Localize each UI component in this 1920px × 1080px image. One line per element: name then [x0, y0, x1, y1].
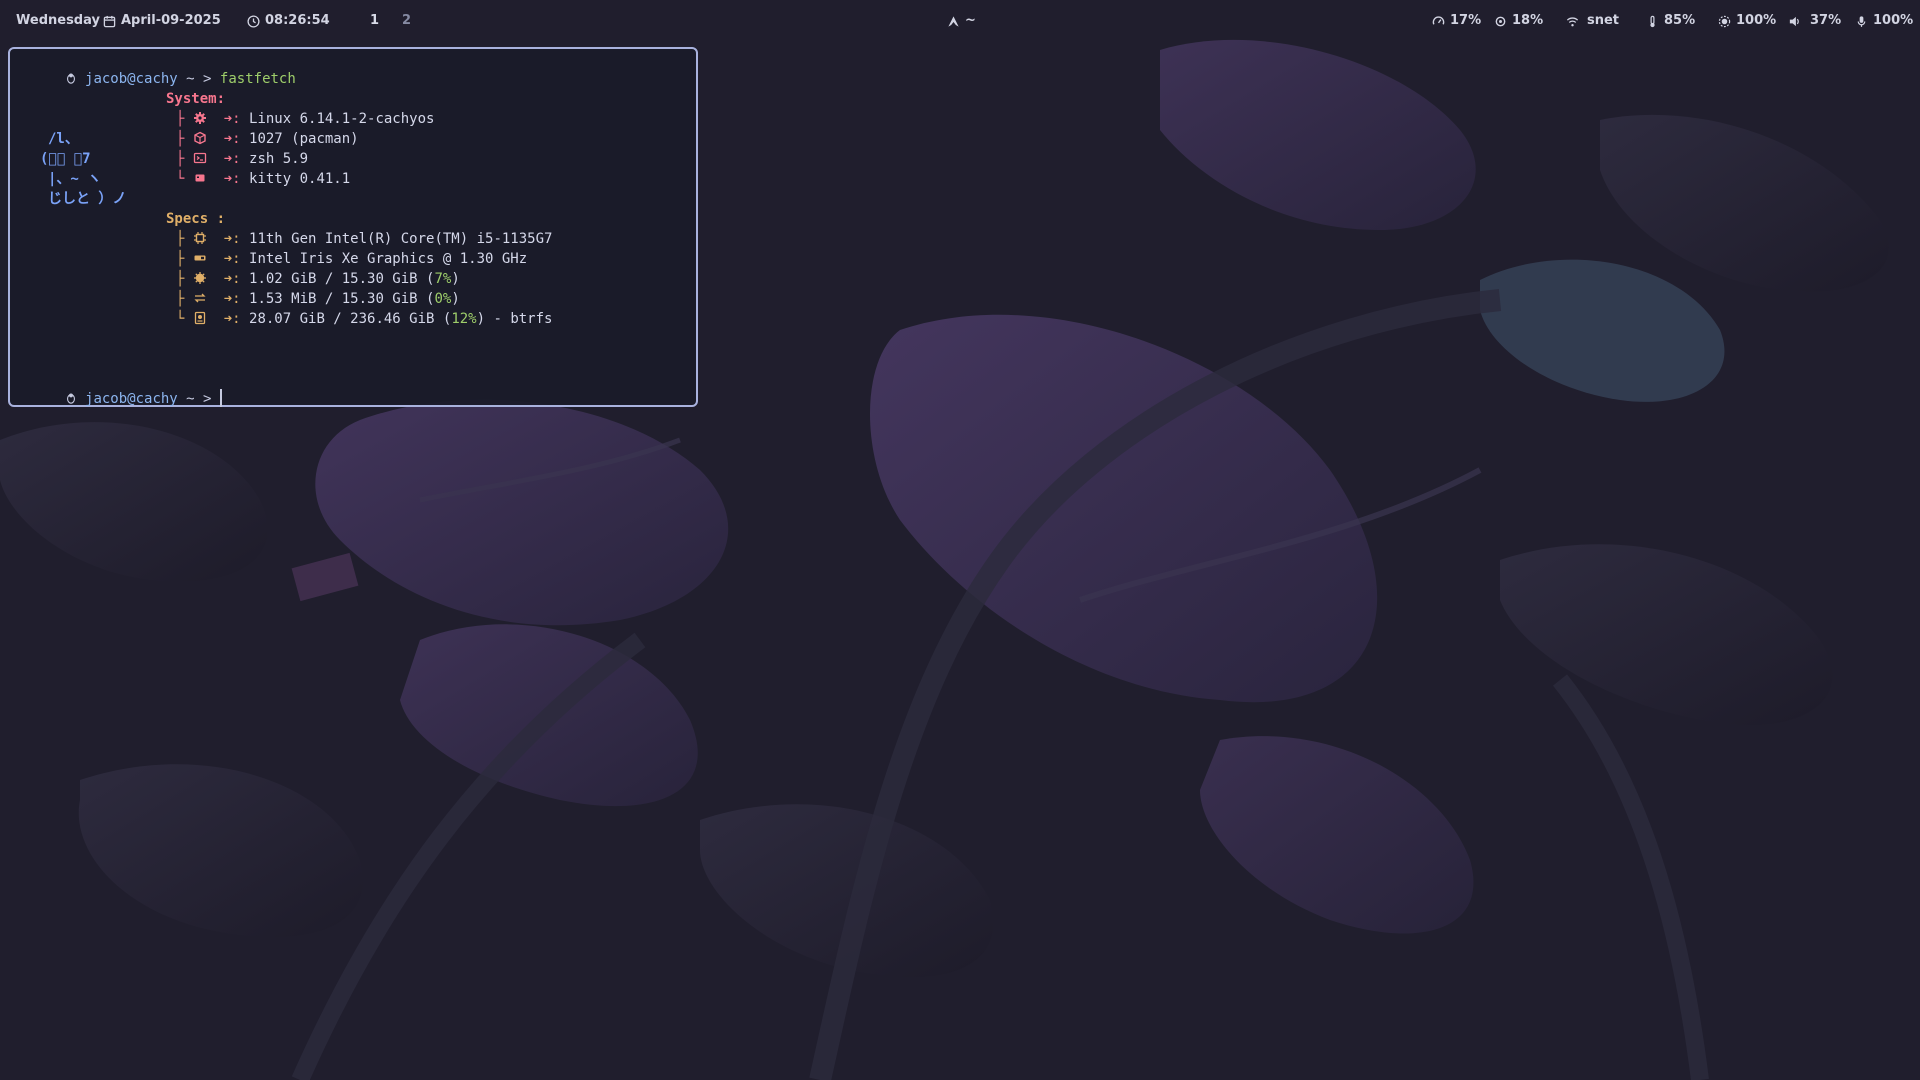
row-separator: ➜:	[223, 151, 241, 167]
kernel-value: Linux 6.14.1-2-cachyos	[249, 111, 435, 127]
workspace-1[interactable]: 1	[370, 12, 379, 30]
specs-row-cpu: ├ ➜: 11th Gen Intel(R) Core(TM) i5-1135G…	[176, 231, 553, 247]
row-separator: ➜:	[223, 251, 241, 267]
swap-suffix: )	[451, 291, 460, 307]
cpu-value: 11th Gen Intel(R) Core(TM) i5-1135G7	[249, 231, 553, 247]
workspace-1-label: 1	[370, 13, 380, 28]
swap-value: 1.53 MiB / 15.30 GiB (	[249, 291, 435, 307]
time-text: 08:26:54	[265, 13, 330, 28]
date-text: April-09-2025	[121, 13, 221, 28]
system-row-kernel: ├ ➜: Linux 6.14.1-2-cachyos	[176, 111, 435, 127]
day-label: Wednesday	[16, 12, 100, 30]
ascii-line-3: |、~ ヽ	[48, 171, 102, 187]
volume-text: 37%	[1810, 13, 1842, 28]
kitty-icon	[195, 174, 205, 182]
workspace-2[interactable]: 2	[402, 12, 411, 30]
text-cursor	[219, 389, 222, 407]
temperature-text: 85%	[1664, 13, 1696, 28]
day-text: Wednesday	[16, 13, 100, 28]
cpu-widget[interactable]: 17%	[1432, 12, 1481, 30]
ascii-line-2: (ﾟ､ ｡7	[40, 151, 91, 167]
memory-suffix: )	[451, 271, 460, 287]
disk-percent: 12%	[451, 311, 477, 327]
row-separator: ➜:	[223, 271, 241, 287]
cpu-icon	[193, 232, 206, 244]
thermometer-icon	[1650, 15, 1655, 27]
wifi-icon	[1566, 17, 1579, 26]
brightness-text: 100%	[1736, 13, 1777, 28]
linux-penguin-icon	[66, 393, 75, 404]
row-separator: ➜:	[223, 231, 241, 247]
row-separator: ➜:	[223, 131, 241, 147]
command-text: fastfetch	[219, 71, 296, 87]
prompt-line-1: jacob@cachy ~ > fastfetch	[14, 49, 296, 87]
network-widget[interactable]: snet	[1566, 12, 1619, 30]
window-title: ~	[947, 12, 976, 30]
system-header: System:	[166, 91, 226, 107]
row-separator: ➜:	[223, 171, 241, 187]
terminal-value: kitty 0.41.1	[249, 171, 351, 187]
prompt-dir: ~	[186, 71, 195, 87]
date-widget[interactable]: April-09-2025	[103, 12, 221, 30]
system-row-shell: ├ ➜: zsh 5.9	[176, 151, 309, 167]
volume-widget[interactable]: 37%	[1788, 12, 1841, 30]
clock-icon	[247, 14, 260, 28]
cpu-text: 17%	[1450, 13, 1482, 28]
specs-row-memory: ├ ➜: 1.02 GiB / 15.30 GiB (7%)	[176, 271, 460, 287]
terminal-window[interactable]: jacob@cachy ~ > fastfetch /l、 (ﾟ､ ｡7 |、~…	[8, 47, 698, 407]
gear-icon	[193, 112, 206, 124]
prompt-line-2[interactable]: jacob@cachy ~ >	[14, 369, 222, 407]
package-icon	[194, 131, 206, 145]
brightness-widget[interactable]: 100%	[1718, 12, 1776, 30]
cpu-gauge-icon	[1432, 15, 1445, 25]
memory-widget[interactable]: 18%	[1494, 12, 1543, 30]
prompt-dir: ~	[186, 391, 195, 407]
gpu-value: Intel Iris Xe Graphics @ 1.30 GHz	[249, 251, 528, 267]
row-separator: ➜:	[223, 311, 241, 327]
disk-value: 28.07 GiB / 236.46 GiB (	[249, 311, 452, 327]
gpu-icon	[194, 255, 206, 261]
system-row-terminal: └ ➜: kitty 0.41.1	[176, 171, 351, 187]
ascii-line-1: /l、	[48, 131, 79, 147]
specs-row-swap: ├ ➜: 1.53 MiB / 15.30 GiB (0%)	[176, 291, 460, 307]
workspace-2-label: 2	[402, 13, 412, 28]
top-bar: Wednesday April-09-2025 08:26:54 1 2 ~ 1…	[0, 0, 1920, 42]
temperature-widget[interactable]: 85%	[1646, 12, 1695, 30]
calendar-icon	[103, 15, 116, 27]
speaker-icon	[1789, 16, 1799, 26]
system-row-packages: ├ ➜: 1027 (pacman)	[176, 131, 359, 147]
memory-chip-icon	[1495, 16, 1506, 26]
specs-header: Specs :	[166, 211, 226, 227]
swap-percent: 0%	[434, 291, 452, 307]
row-separator: ➜:	[223, 111, 241, 127]
terminal-prompt-icon	[193, 152, 207, 164]
desktop: Wednesday April-09-2025 08:26:54 1 2 ~ 1…	[0, 0, 1920, 1080]
network-text: snet	[1587, 13, 1620, 28]
swap-icon	[194, 293, 206, 303]
shell-value: zsh 5.9	[249, 151, 309, 167]
clock-widget[interactable]: 08:26:54	[247, 12, 330, 30]
microphone-widget[interactable]: 100%	[1855, 12, 1913, 30]
prompt-user: jacob@cachy	[85, 71, 178, 87]
specs-row-disk: └ ➜: 28.07 GiB / 236.46 GiB (12%) - btrf…	[176, 311, 553, 327]
memory-icon	[193, 272, 206, 284]
memory-value: 1.02 GiB / 15.30 GiB (	[249, 271, 435, 287]
memory-percent: 7%	[434, 271, 452, 287]
ascii-line-4: じしと ）ノ	[48, 191, 127, 207]
window-title-text: ~	[965, 13, 976, 28]
memory-text: 18%	[1512, 13, 1544, 28]
microphone-text: 100%	[1873, 13, 1914, 28]
disk-icon	[194, 311, 206, 325]
packages-value: 1027 (pacman)	[249, 131, 359, 147]
specs-row-gpu: ├ ➜: Intel Iris Xe Graphics @ 1.30 GHz	[176, 251, 528, 267]
row-separator: ➜:	[223, 291, 241, 307]
microphone-icon	[1857, 15, 1866, 27]
linux-penguin-icon	[66, 73, 75, 84]
prompt-user: jacob@cachy	[85, 391, 178, 407]
disk-suffix: ) - btrfs	[476, 311, 553, 327]
arch-logo-icon	[948, 15, 959, 27]
brightness-icon	[1718, 15, 1731, 27]
